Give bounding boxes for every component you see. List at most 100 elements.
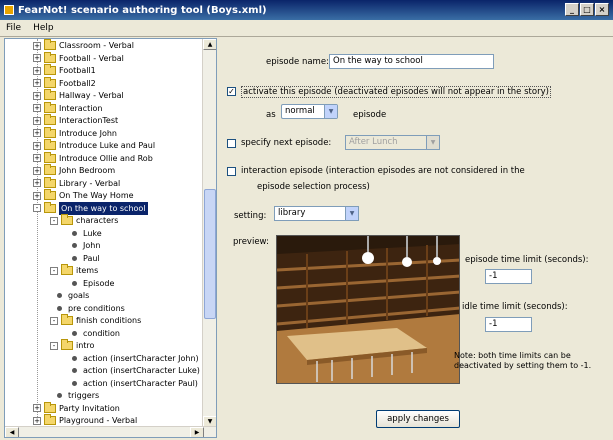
next-episode-select[interactable]: After Lunch ▼ — [345, 135, 440, 150]
tree-folder-node[interactable]: + Library - Verbal — [33, 176, 121, 190]
tree-folder-node[interactable]: - items — [50, 264, 98, 277]
apply-changes-button[interactable]: apply changes — [376, 410, 460, 428]
close-button[interactable]: × — [595, 3, 609, 16]
folder-icon — [44, 201, 56, 213]
folder-icon — [44, 39, 56, 50]
tree-leaf-node[interactable]: triggers — [54, 389, 99, 402]
interaction-episode-checkbox[interactable] — [227, 167, 236, 176]
tree-folder-node[interactable]: + Football - Verbal — [33, 51, 124, 65]
collapse-icon[interactable]: - — [50, 216, 58, 225]
next-episode-value: After Lunch — [349, 137, 398, 147]
expand-icon[interactable]: + — [33, 416, 41, 425]
window-title: FearNot! scenario authoring tool (Boys.x… — [18, 4, 267, 16]
tree-leaf-node[interactable]: action (insertCharacter Paul) — [69, 377, 198, 390]
activate-episode-checkbox[interactable]: ✓ — [227, 87, 236, 96]
tree-leaf-node[interactable]: John — [69, 239, 100, 252]
menu-bar: File Help — [0, 20, 613, 37]
tree-folder-node[interactable]: + Football2 — [33, 76, 96, 90]
tree-node-label: Football1 — [59, 66, 96, 75]
idle-time-limit-input[interactable]: -1 — [485, 317, 532, 332]
episode-name-input[interactable]: On the way to school — [329, 54, 494, 69]
chevron-down-icon[interactable]: ▼ — [345, 207, 358, 220]
expand-icon[interactable]: + — [33, 41, 41, 50]
expand-icon[interactable]: + — [33, 104, 41, 112]
episode-type-select[interactable]: normal ▼ — [281, 104, 338, 119]
scroll-left-button[interactable]: ◀ — [5, 427, 19, 437]
tree-folder-node[interactable]: + John Bedroom — [33, 164, 115, 177]
tree-folder-node[interactable]: + Party Invitation — [33, 401, 120, 415]
expand-icon[interactable]: + — [33, 191, 41, 200]
tree-node-label: triggers — [68, 391, 100, 400]
tree-node-label: Luke — [83, 228, 102, 238]
tree-folder-node[interactable]: - characters — [50, 214, 118, 227]
tree-leaf-node[interactable]: Episode — [69, 277, 114, 290]
specify-next-checkbox[interactable] — [227, 139, 236, 148]
as-label: as — [266, 110, 276, 120]
maximize-button[interactable]: □ — [580, 3, 594, 16]
setting-select[interactable]: library ▼ — [274, 206, 359, 221]
tree-folder-node[interactable]: - finish conditions — [50, 314, 141, 327]
tree-leaf-node[interactable]: Luke — [69, 227, 102, 240]
tree-leaf-node[interactable]: action (insertCharacter John) — [69, 352, 199, 365]
collapse-icon[interactable]: - — [33, 204, 41, 212]
tree-folder-node[interactable]: + Introduce Ollie and Rob — [33, 151, 153, 165]
leaf-bullet-icon — [57, 305, 62, 311]
folder-icon — [44, 164, 56, 175]
tree-leaf-node[interactable]: condition — [69, 327, 120, 340]
tree-vertical-scroll-thumb[interactable] — [204, 189, 216, 319]
folder-icon — [44, 151, 56, 163]
tree-folder-node[interactable]: + Football1 — [33, 64, 96, 77]
expand-icon[interactable]: + — [33, 116, 41, 125]
expand-icon[interactable]: + — [33, 54, 41, 62]
tree-folder-node[interactable]: - intro — [50, 339, 94, 352]
scroll-up-button[interactable]: ▲ — [203, 39, 216, 50]
scenario-tree[interactable]: + Classroom - Verbal + Football - Verbal + Fo… — [5, 39, 203, 427]
expand-icon[interactable]: + — [33, 166, 41, 175]
expand-icon[interactable]: + — [33, 129, 41, 137]
collapse-icon[interactable]: - — [50, 266, 58, 275]
tree-node-label: Party Invitation — [59, 403, 120, 413]
expand-icon[interactable]: + — [33, 404, 41, 412]
expand-icon[interactable]: + — [33, 66, 41, 75]
scroll-right-button[interactable]: ▶ — [190, 427, 204, 437]
tree-node-label: items — [76, 266, 99, 275]
tree-folder-node[interactable]: + Introduce John — [33, 126, 117, 140]
menu-help[interactable]: Help — [27, 23, 60, 33]
expand-icon[interactable]: + — [33, 179, 41, 187]
folder-icon — [61, 264, 73, 275]
tree-horizontal-scrollbar[interactable]: ◀ ▶ — [5, 426, 216, 437]
tree-leaf-node[interactable]: pre conditions — [54, 302, 125, 315]
leaf-bullet-icon — [57, 393, 62, 398]
tree-leaf-node[interactable]: Paul — [69, 252, 100, 265]
folder-icon — [61, 339, 73, 350]
menu-file[interactable]: File — [0, 23, 27, 33]
expand-icon[interactable]: + — [33, 79, 41, 87]
tree-node-label: Episode — [83, 278, 115, 288]
folder-icon — [44, 114, 56, 125]
expand-icon[interactable]: + — [33, 141, 41, 150]
episode-time-limit-label: episode time limit (seconds): — [465, 255, 589, 265]
tree-leaf-node[interactable]: action (insertCharacter Luke) — [69, 364, 200, 377]
episode-time-limit-input[interactable]: -1 — [485, 269, 532, 284]
tree-leaf-node[interactable]: goals — [54, 289, 89, 302]
tree-folder-node[interactable]: + Interaction — [33, 101, 102, 115]
tree-folder-node[interactable]: + Introduce Luke and Paul — [33, 139, 155, 152]
time-limit-note-line-2: deactivated by setting them to -1. — [454, 361, 592, 370]
tree-node-label: Library - Verbal — [59, 178, 121, 188]
tree-folder-node[interactable]: + InteractionTest — [33, 114, 118, 127]
leaf-bullet-icon — [57, 293, 62, 298]
tree-folder-node[interactable]: + On The Way Home — [33, 189, 134, 202]
tree-folder-node[interactable]: + Hallway - Verbal — [33, 89, 124, 102]
minimize-button[interactable]: _ — [565, 3, 579, 16]
tree-vertical-scrollbar[interactable]: ▲ ▼ — [202, 39, 216, 427]
expand-icon[interactable]: + — [33, 91, 41, 100]
preview-label: preview: — [233, 237, 269, 247]
chevron-down-icon[interactable]: ▼ — [324, 105, 337, 118]
tree-folder-node[interactable]: + Classroom - Verbal — [33, 39, 134, 52]
collapse-icon[interactable]: - — [50, 341, 58, 350]
expand-icon[interactable]: + — [33, 154, 41, 162]
collapse-icon[interactable]: - — [50, 316, 58, 325]
tree-folder-node[interactable]: - On the way to school — [33, 201, 148, 215]
folder-icon — [61, 314, 73, 325]
chevron-down-icon[interactable]: ▼ — [426, 136, 439, 149]
